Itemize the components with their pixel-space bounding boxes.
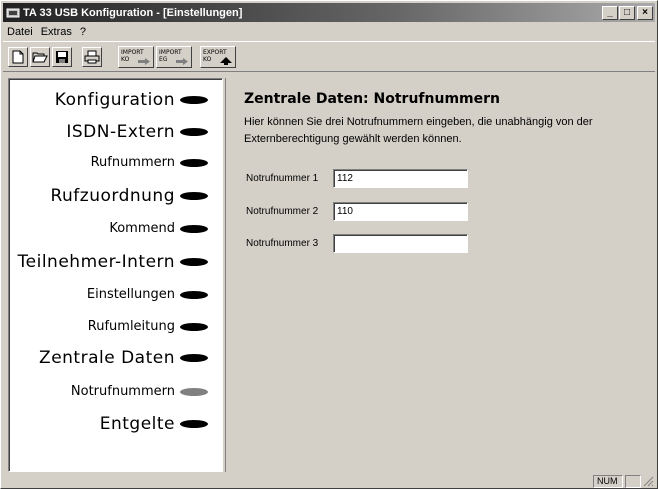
nav-label: Notrufnummern	[70, 384, 175, 399]
nav-label: Einstellungen	[86, 287, 175, 302]
minimize-button[interactable]: _	[602, 5, 618, 20]
toolbar: IMPORT KO IMPORT EG EXPORT KO	[3, 41, 655, 72]
notrufnummer-2-input[interactable]	[333, 202, 468, 221]
nav-bullet-icon	[180, 192, 208, 200]
close-button[interactable]: ×	[637, 5, 653, 20]
menu-bar: Datei Extras ?	[3, 23, 655, 40]
nav-label: Entgelte	[99, 414, 175, 434]
nav-item-rufnummern[interactable]: Rufnummern	[91, 155, 208, 170]
nav-bullet-icon	[180, 420, 208, 428]
print-icon	[84, 50, 100, 63]
new-icon	[12, 50, 24, 63]
title-bar[interactable]: TA 33 USB Konfiguration - [Einstellungen…	[3, 3, 655, 22]
status-bar: NUM	[3, 474, 655, 488]
menu-datei[interactable]: Datei	[3, 26, 37, 38]
window-title: TA 33 USB Konfiguration - [Einstellungen…	[23, 6, 243, 19]
nav-bullet-icon	[180, 387, 208, 396]
nav-bullet-icon	[180, 158, 208, 167]
nav-label: ISDN-Extern	[66, 122, 175, 142]
notrufnummer-2-label: Notrufnummer 2	[246, 206, 319, 217]
nav-bullet-icon	[180, 96, 208, 104]
nav-label: Zentrale Daten	[39, 348, 175, 368]
nav-bullet-icon	[180, 258, 208, 266]
print-button[interactable]	[82, 46, 102, 67]
maximize-icon: □	[623, 6, 631, 18]
status-panel-empty	[625, 475, 641, 488]
nav-item-teilnehmer-intern[interactable]: Teilnehmer-Intern	[18, 252, 208, 272]
num-lock-indicator: NUM	[593, 475, 623, 488]
close-icon: ×	[642, 6, 648, 18]
nav-item-einstellungen[interactable]: Einstellungen	[87, 287, 208, 302]
app-icon	[6, 7, 20, 19]
nav-item-rufumleitung[interactable]: Rufumleitung	[88, 319, 208, 334]
nav-item-notrufnummern[interactable]: Notrufnummern	[71, 384, 208, 399]
content-panel: Zentrale Daten: Notrufnummern Hier könne…	[225, 78, 656, 472]
field-row-notrufnummer-2: Notrufnummer 2	[246, 202, 468, 221]
nav-bullet-icon	[180, 290, 208, 299]
open-icon	[32, 52, 48, 63]
new-button[interactable]	[8, 46, 28, 67]
nav-label: Rufzuordnung	[50, 186, 175, 206]
nav-item-isdn-extern[interactable]: ISDN-Extern	[66, 122, 208, 142]
nav-label: Konfiguration	[54, 90, 175, 110]
nav-bullet-icon	[180, 354, 208, 362]
arrow-up-icon	[220, 56, 232, 65]
menu-help[interactable]: ?	[76, 26, 90, 38]
arrow-right-icon	[176, 57, 188, 65]
save-icon	[56, 50, 68, 63]
nav-label: Rufumleitung	[87, 319, 175, 334]
navigation-panel: Konfiguration ISDN-Extern Rufnummern Ruf…	[8, 78, 223, 472]
notrufnummer-1-input[interactable]	[333, 169, 468, 188]
notrufnummer-1-label: Notrufnummer 1	[246, 173, 319, 184]
export-ko-button[interactable]: EXPORT KO	[200, 45, 236, 68]
import-eg-button[interactable]: IMPORT EG	[156, 45, 192, 68]
nav-bullet-icon	[180, 322, 208, 331]
resize-grip-icon[interactable]	[643, 476, 654, 487]
nav-bullet-icon	[180, 128, 208, 136]
export-ko-label: EXPORT	[203, 48, 227, 56]
notrufnummer-3-input[interactable]	[333, 234, 468, 253]
import-eg-label: IMPORT	[159, 48, 182, 56]
nav-item-zentrale-daten[interactable]: Zentrale Daten	[39, 348, 208, 368]
nav-bullet-icon	[180, 224, 208, 233]
import-ko-button[interactable]: IMPORT KO	[118, 45, 154, 68]
open-button[interactable]	[30, 46, 50, 67]
nav-label: Kommend	[109, 221, 175, 236]
nav-label: Rufnummern	[90, 155, 175, 170]
menu-extras[interactable]: Extras	[37, 26, 76, 38]
notrufnummer-3-label: Notrufnummer 3	[246, 238, 319, 249]
maximize-button[interactable]: □	[619, 5, 635, 20]
nav-item-rufzuordnung[interactable]: Rufzuordnung	[50, 186, 208, 206]
nav-item-kommend[interactable]: Kommend	[109, 221, 208, 236]
nav-item-konfiguration[interactable]: Konfiguration	[55, 90, 208, 110]
field-row-notrufnummer-1: Notrufnummer 1	[246, 169, 468, 188]
field-row-notrufnummer-3: Notrufnummer 3	[246, 234, 468, 253]
import-ko-label: IMPORT	[121, 48, 144, 56]
nav-item-entgelte[interactable]: Entgelte	[100, 414, 208, 434]
nav-label: Teilnehmer-Intern	[17, 252, 175, 272]
page-title: Zentrale Daten: Notrufnummern	[244, 91, 500, 107]
page-description: Hier können Sie drei Notrufnummern einge…	[244, 116, 593, 145]
save-button[interactable]	[52, 46, 72, 67]
app-window: TA 33 USB Konfiguration - [Einstellungen…	[0, 0, 658, 489]
minimize-icon: _	[607, 6, 613, 18]
arrow-right-icon	[138, 57, 150, 65]
